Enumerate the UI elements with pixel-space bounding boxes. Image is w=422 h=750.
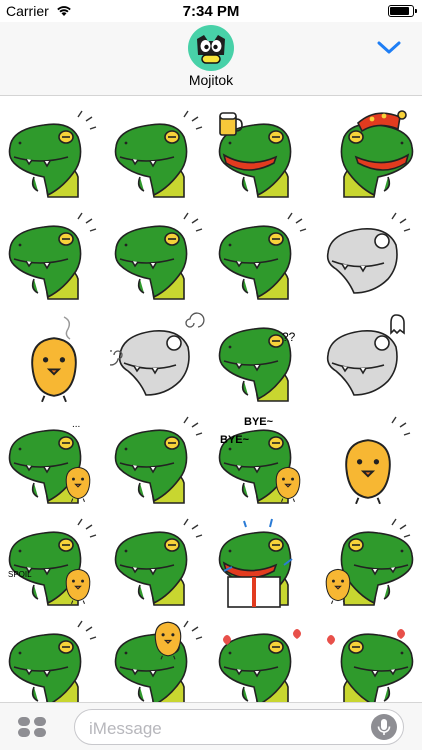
status-time: 7:34 PM (182, 3, 240, 20)
sticker-blushing-ghost[interactable] (318, 209, 418, 305)
sticker-chick-walk[interactable] (318, 515, 418, 611)
bye-label-2: BYE~ (244, 416, 274, 428)
sticker-with-chick[interactable]: ... (4, 413, 104, 509)
sticker-grumpy[interactable] (110, 107, 210, 203)
sticker-floating-chick[interactable] (4, 311, 104, 407)
sticker-waving-bye[interactable]: BYE~ BYE~ (214, 413, 314, 509)
sticker-surprise-box[interactable] (214, 515, 314, 611)
sticker-arms-crossed[interactable] (4, 209, 104, 305)
sticker-grumpy-chick[interactable] (318, 413, 418, 509)
sticker-grid: ?? ... BYE~ BYE~ SPOIL (0, 97, 422, 702)
chevron-down-icon[interactable] (376, 38, 402, 58)
sticker-love-gift[interactable]: SPOIL (4, 515, 104, 611)
message-placeholder: iMessage (89, 719, 162, 738)
sticker-hug[interactable] (4, 617, 104, 702)
message-input[interactable]: iMessage (74, 709, 404, 745)
app-title: Mojitok (188, 72, 234, 88)
sticker-chick-on-head[interactable] (110, 617, 210, 702)
sticker-blush[interactable] (214, 617, 314, 702)
sticker-sad-ghost[interactable] (318, 311, 418, 407)
gift-label: SPOIL (8, 570, 32, 579)
mojitok-app-icon[interactable] (188, 25, 234, 71)
message-bar: iMessage (0, 702, 422, 750)
sticker-confused[interactable]: ?? (214, 311, 314, 407)
bye-label-1: BYE~ (220, 434, 250, 446)
app-drawer-icon[interactable] (17, 716, 47, 738)
sticker-party-hat[interactable] (318, 107, 418, 203)
sticker-smirk[interactable] (214, 209, 314, 305)
sticker-facepalm[interactable] (110, 413, 210, 509)
sticker-walking[interactable] (110, 515, 210, 611)
sticker-cheers-beer[interactable] (214, 107, 314, 203)
sticker-in-love[interactable] (318, 617, 418, 702)
confused-label: ?? (282, 330, 296, 344)
microphone-icon[interactable] (371, 714, 397, 740)
battery-icon (388, 5, 417, 17)
sticker-thinking[interactable] (4, 107, 104, 203)
sticker-stunned[interactable] (110, 311, 210, 407)
app-header: Mojitok (0, 22, 422, 96)
battery-level (390, 7, 409, 15)
sticker-turned-away[interactable] (110, 209, 210, 305)
dots-label: ... (72, 419, 80, 430)
status-bar: Carrier 7:34 PM (0, 0, 422, 22)
